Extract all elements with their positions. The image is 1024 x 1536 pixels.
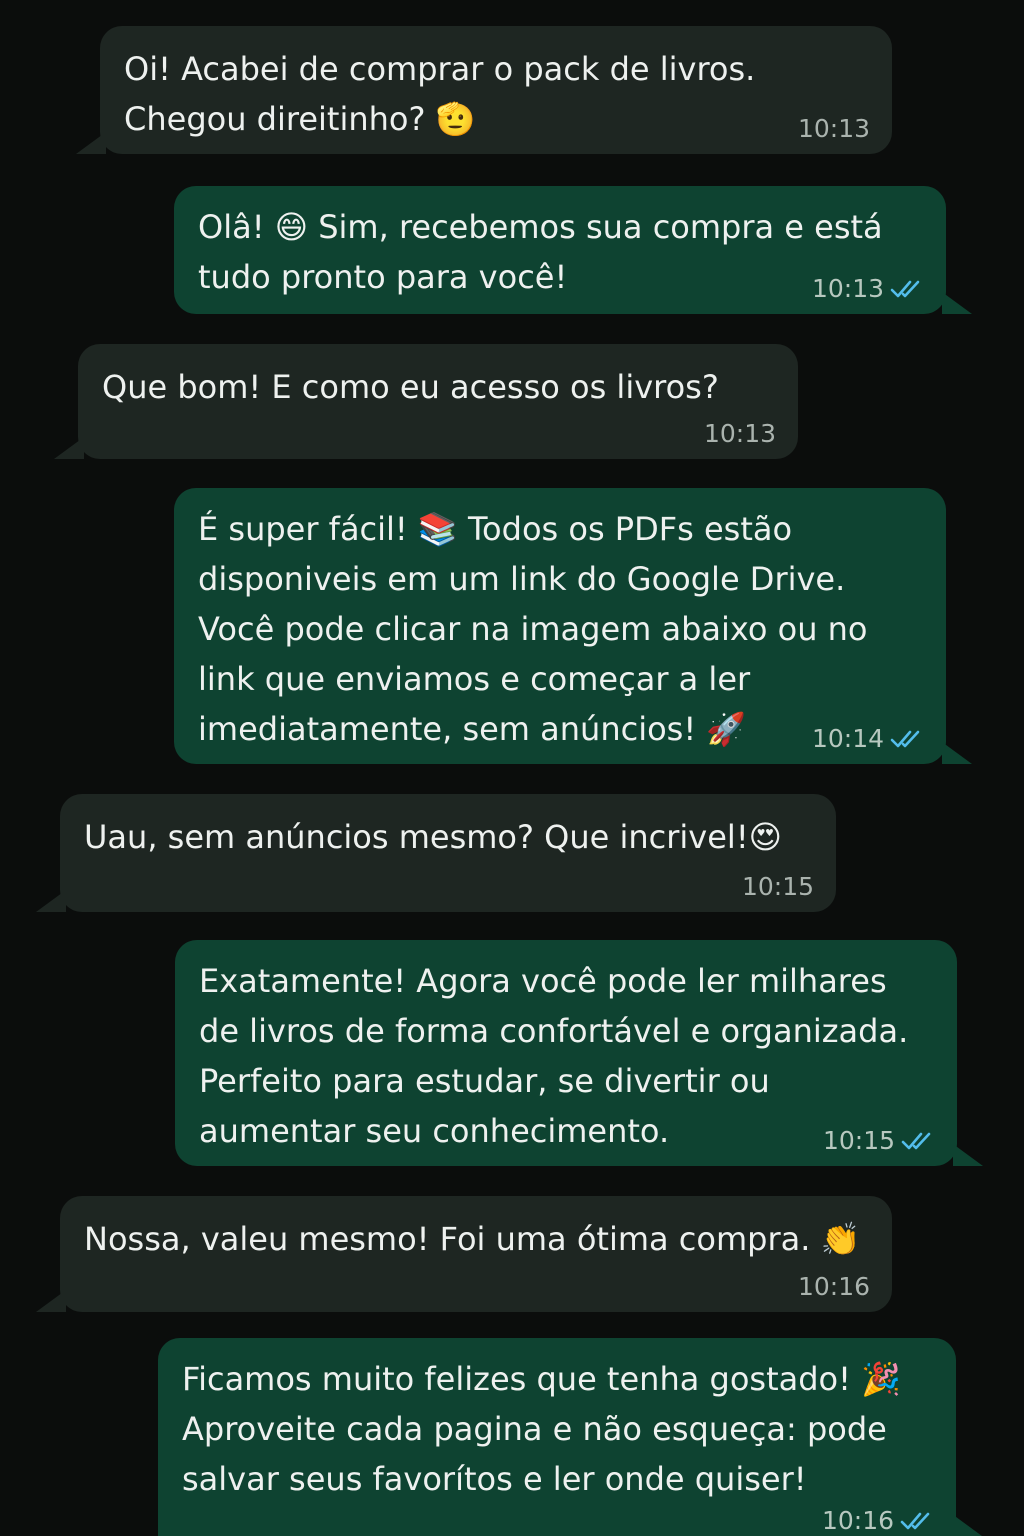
- message-meta: 10:16: [798, 1272, 870, 1302]
- message-text: Ficamos muito felizes que tenha gostado!…: [182, 1360, 901, 1498]
- message-time: 10:16: [821, 1506, 894, 1535]
- message-meta: 10:13: [812, 274, 924, 304]
- message-incoming[interactable]: Oi! Acabei de comprar o pack de livros. …: [76, 26, 892, 154]
- double-check-icon: [890, 730, 920, 748]
- message-meta: 10:15: [742, 872, 814, 902]
- message-outgoing[interactable]: Ficamos muito felizes que tenha gostado!…: [158, 1338, 982, 1536]
- message-text: Que bom! E como eu acesso os livros?: [102, 368, 719, 406]
- message-outgoing[interactable]: Olâ! 😄 Sim, recebemos sua compra e está …: [174, 186, 972, 314]
- message-outgoing[interactable]: É super fácil! 📚 Todos os PDFs estão dis…: [174, 488, 972, 764]
- message-time: 10:15: [741, 872, 814, 901]
- chat-thread: Oi! Acabei de comprar o pack de livros. …: [0, 0, 1024, 1536]
- message-meta: 10:15: [823, 1126, 935, 1156]
- message-incoming[interactable]: Que bom! E como eu acesso os livros? 10:…: [54, 344, 798, 459]
- message-outgoing[interactable]: Exatamente! Agora você pode ler milhares…: [175, 940, 983, 1166]
- message-text: Oi! Acabei de comprar o pack de livros. …: [124, 50, 756, 138]
- message-incoming[interactable]: Nossa, valeu mesmo! Foi uma ótima compra…: [36, 1196, 892, 1312]
- message-meta: 10:13: [798, 114, 870, 144]
- message-time: 10:13: [797, 114, 870, 143]
- message-time: 10:16: [797, 1272, 870, 1301]
- double-check-icon: [901, 1132, 931, 1150]
- message-incoming[interactable]: Uau, sem anúncios mesmo? Que incrivel!😍 …: [36, 794, 836, 912]
- message-meta: 10:14: [812, 724, 924, 754]
- message-text: É super fácil! 📚 Todos os PDFs estão dis…: [198, 510, 868, 748]
- double-check-icon: [890, 280, 920, 298]
- message-text: Uau, sem anúncios mesmo? Que incrivel!😍: [84, 818, 782, 856]
- message-meta: 10:13: [704, 419, 776, 449]
- message-time: 10:13: [811, 274, 884, 303]
- double-check-icon: [900, 1512, 930, 1530]
- message-time: 10:14: [811, 724, 884, 753]
- message-text: Nossa, valeu mesmo! Foi uma ótima compra…: [84, 1220, 861, 1258]
- message-time: 10:15: [822, 1126, 895, 1155]
- message-time: 10:13: [703, 419, 776, 448]
- message-meta: 10:16: [822, 1506, 934, 1536]
